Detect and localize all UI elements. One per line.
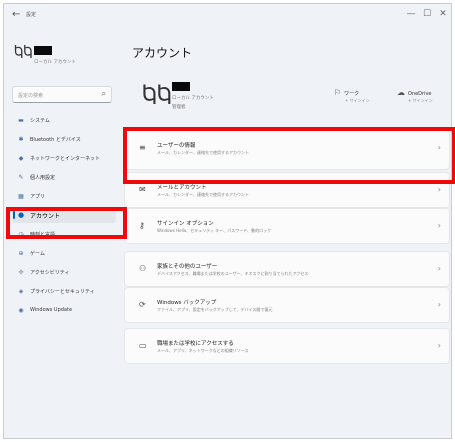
pen-icon: ✎ (18, 173, 24, 181)
service-sub: + サインイン (345, 98, 370, 103)
sidebar-item[interactable]: ● アカウント (12, 207, 116, 223)
window-title: 設定 (26, 12, 37, 18)
account-summary: ႩႩ ローカル アカウント 管理者 ⚐ ワーク + サインイン ☁ OneDrive… (132, 82, 450, 126)
clock-icon: ◷ (18, 230, 24, 238)
sidebar-item-label: Bluetooth とデバイス (30, 136, 81, 143)
account-type: ローカル アカウント (172, 96, 214, 101)
back-arrow-icon[interactable]: ← (12, 9, 20, 20)
chevron-right-icon: › (437, 341, 441, 350)
sidebar-item-label: 個人用設定 (30, 174, 56, 181)
redacted-username (34, 46, 52, 55)
card-title: サインイン オプション (157, 221, 214, 227)
sidebar-item-label: 時刻と言語 (30, 231, 56, 238)
search-input[interactable]: 設定の検索 ⌕ (12, 86, 112, 103)
sidebar-nav: ▬ システム ✱ Bluetooth とデバイス ◆ ネットワークとインターネット ✎ 個人用… (12, 112, 116, 321)
update-icon: ◉ (18, 306, 24, 314)
search-placeholder: 設定の検索 (18, 93, 44, 99)
sidebar-item[interactable]: ⊕ ゲーム (12, 245, 116, 261)
monitor-icon: ▬ (18, 116, 24, 124)
sidebar-item[interactable]: ✢ アクセシビリティ (12, 264, 116, 280)
network-icon: ◆ (18, 154, 24, 162)
card-description: メール、アプリ、ネットワークなどの組織リソース (157, 348, 249, 353)
card-description: メール、カレンダー、連絡先で使用するアカウント (157, 150, 249, 155)
backup-icon: ⟳ (139, 300, 146, 309)
game-icon: ⊕ (18, 249, 24, 257)
settings-window: ← 設定 — ☐ ✕ ႩႩ ローカル アカウント 設定の検索 ⌕ ▬ システム ✱ B… (3, 3, 452, 439)
sidebar-item[interactable]: ▬ システム (12, 112, 116, 128)
sidebar-item-label: プライバシーとセキュリティ (30, 288, 95, 295)
sidebar-item-label: アクセシビリティ (30, 269, 70, 276)
sidebar-item[interactable]: ✎ 個人用設定 (12, 169, 116, 185)
sidebar-item[interactable]: ◈ プライバシーとセキュリティ (12, 283, 116, 299)
service-onedrive[interactable]: ☁ OneDrive + サインイン (397, 88, 433, 104)
sidebar-item[interactable]: ◆ ネットワークとインターネット (12, 150, 116, 166)
briefcase-icon: ▭ (139, 341, 147, 350)
service-sub: + サインイン (408, 98, 433, 103)
person-icon: ● (17, 211, 25, 219)
chevron-right-icon: › (437, 185, 441, 194)
setting-card[interactable]: ⚷ サインイン オプション Windows Hello、セキュリティ キー、パスワー… (124, 208, 450, 244)
page-title: アカウント (132, 46, 193, 60)
title-bar: ← 設定 — ☐ ✕ (4, 4, 451, 28)
apps-icon: ▦ (18, 192, 24, 200)
avatar-icon: ႩႩ (14, 44, 33, 62)
sidebar-item-label: ゲーム (30, 250, 45, 257)
chevron-right-icon: › (437, 300, 441, 309)
setting-card[interactable]: ⚇ 家族とその他のユーザー デバイスアクセス、職場または学校のユーザー、キオスクに割… (124, 251, 450, 287)
minimize-icon[interactable]: — (404, 9, 418, 19)
card-title: 家族とその他のユーザー (157, 264, 218, 270)
sidebar-item[interactable]: ▦ アプリ (12, 188, 116, 204)
family-icon: ⚇ (139, 264, 147, 273)
profile-account-type: ローカル アカウント (34, 60, 76, 65)
account-role: 管理者 (172, 105, 186, 110)
card-description: メール、カレンダー、連絡先で使用するアカウント (157, 192, 249, 197)
card-title: Windows バックアップ (157, 300, 217, 306)
card-description: Windows Hello、セキュリティ キー、パスワード、動的ロック (157, 228, 272, 233)
sidebar-profile[interactable]: ႩႩ ローカル アカウント (12, 44, 112, 74)
accessibility-icon: ✢ (18, 268, 24, 276)
sidebar-item[interactable]: ◷ 時刻と言語 (12, 226, 116, 242)
sidebar-item-label: Windows Update (30, 307, 73, 313)
shield-icon: ◈ (18, 287, 24, 295)
cloud-icon: ☁ (397, 88, 405, 97)
service-name: ワーク (344, 91, 360, 97)
card-user-info[interactable]: ≡ ユーザーの情報 メール、カレンダー、連絡先で使用するアカウント › (124, 130, 450, 170)
sidebar-item-label: アプリ (30, 193, 46, 200)
service-name: OneDrive (408, 91, 432, 97)
sidebar-item-label: アカウント (30, 212, 61, 220)
setting-card[interactable]: ✉ メールとアカウント メール、カレンダー、連絡先で使用するアカウント › (124, 172, 450, 208)
setting-card[interactable]: ▭ 職場または学校にアクセスする メール、アプリ、ネットワークなどの組織リソース › (124, 328, 450, 364)
sidebar-item[interactable]: ◉ Windows Update (12, 302, 116, 318)
card-description: ファイル、アプリ、設定をバックアップして、デバイス間で復元 (157, 307, 273, 312)
rewards-icon: ⚐ (334, 88, 342, 97)
service-rewards[interactable]: ⚐ ワーク + サインイン (334, 88, 370, 104)
sidebar-item-label: システム (30, 117, 50, 124)
search-icon: ⌕ (101, 89, 106, 98)
maximize-icon[interactable]: ☐ (420, 9, 434, 19)
card-title: ユーザーの情報 (157, 143, 196, 149)
account-avatar-icon: ႩႩ (142, 82, 172, 110)
key-icon: ⚷ (139, 221, 145, 230)
card-description: デバイスアクセス、職場または学校のユーザー、キオスクに割り当てられたアクセス (157, 271, 309, 276)
card-title: 職場または学校にアクセスする (157, 341, 234, 347)
redacted-account-name (172, 82, 190, 91)
mail-icon: ✉ (139, 185, 146, 194)
sidebar-item-label: ネットワークとインターネット (30, 155, 101, 162)
bluetooth-icon: ✱ (18, 135, 24, 143)
chevron-right-icon: › (437, 264, 441, 273)
close-icon[interactable]: ✕ (436, 9, 450, 19)
chevron-right-icon: › (437, 221, 441, 230)
sidebar-item[interactable]: ✱ Bluetooth とデバイス (12, 131, 116, 147)
setting-card[interactable]: ⟳ Windows バックアップ ファイル、アプリ、設定をバックアップして、デバイス… (124, 287, 450, 323)
chevron-right-icon: › (437, 143, 441, 152)
user-info-icon: ≡ (139, 143, 146, 152)
card-title: メールとアカウント (157, 185, 207, 191)
